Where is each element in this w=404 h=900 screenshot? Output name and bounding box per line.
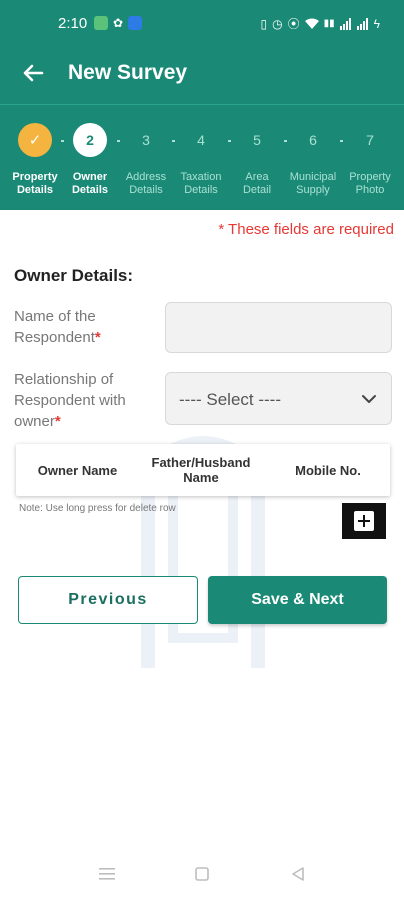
owner-table-header: Owner Name Father/Husband Name Mobile No…: [16, 444, 390, 496]
step-number: 2: [73, 123, 107, 157]
previous-button[interactable]: Previous: [18, 576, 198, 624]
step-label: Details: [184, 184, 218, 196]
required-star: *: [94, 329, 101, 346]
arrow-left-icon[interactable]: [18, 58, 48, 88]
step-number: 7: [366, 132, 374, 148]
step-municipal-supply[interactable]: 6 Municipal Supply: [283, 105, 343, 211]
column-header-owner-name: Owner Name: [37, 462, 118, 478]
respondent-name-input[interactable]: [165, 302, 392, 353]
page-title: New Survey: [68, 61, 188, 84]
select-value: ---- Select ----: [179, 390, 281, 409]
delete-row-note: Note: Use long press for delete row: [19, 503, 176, 514]
vibrate-icon: ▯: [260, 16, 268, 31]
relationship-label: Relationship of Respondent with owner*: [14, 371, 126, 430]
respondent-label: Name of the Respondent*: [14, 308, 101, 346]
message-icon: [94, 16, 108, 30]
app-bar: New Survey: [0, 44, 404, 104]
check-icon: ✓: [18, 123, 52, 157]
step-label: Taxation: [180, 171, 222, 183]
step-taxation-details[interactable]: 4 Taxation Details: [171, 105, 231, 211]
add-row-button[interactable]: [342, 503, 386, 539]
alarm-icon: ◷: [272, 16, 283, 31]
status-bar: 2:10 ✿ ▯ ◷ ⦿ ▮▮ ϟ: [0, 0, 404, 44]
step-area-detail[interactable]: 5 Area Detail: [227, 105, 287, 211]
step-label: Municipal: [289, 171, 337, 183]
step-number: 5: [253, 132, 261, 148]
step-label: Details: [129, 184, 163, 196]
section-title: Owner Details:: [14, 266, 134, 285]
signal-icon: [339, 17, 351, 30]
save-next-button[interactable]: Save & Next: [208, 576, 387, 624]
step-label: Property: [349, 171, 391, 183]
required-fields-note: * These fields are required: [218, 221, 394, 238]
required-star: *: [54, 413, 61, 430]
step-label: Address: [125, 171, 167, 183]
step-indicator: ✓ Property Details 2 Owner Details 3 Addre…: [0, 104, 404, 210]
step-number: 6: [309, 132, 317, 148]
step-owner-details[interactable]: 2 Owner Details: [60, 105, 120, 211]
column-header-mobile-no: Mobile No.: [295, 462, 361, 478]
step-property-details[interactable]: ✓ Property Details: [5, 105, 65, 211]
step-number: 4: [197, 132, 205, 148]
location-icon: ⦿: [287, 17, 300, 31]
system-nav-bar: [0, 850, 404, 900]
plus-icon: [354, 511, 374, 531]
menu-icon[interactable]: [98, 866, 116, 882]
step-label: Detail: [242, 184, 272, 196]
step-label: Details: [71, 184, 109, 196]
step-address-details[interactable]: 3 Address Details: [116, 105, 176, 211]
signal-icon: [356, 17, 368, 30]
volte-icon: ▮▮: [323, 18, 335, 29]
step-label: Owner: [72, 171, 108, 183]
step-number: 3: [142, 132, 150, 148]
back-triangle-icon[interactable]: [290, 866, 306, 882]
step-label: Property: [12, 171, 58, 183]
status-time: 2:10: [58, 15, 88, 32]
step-label: Supply: [296, 184, 330, 196]
chevron-down-icon: [362, 395, 376, 403]
relationship-select[interactable]: ---- Select ----: [165, 372, 392, 425]
step-property-photo[interactable]: 7 Property Photo: [340, 105, 400, 211]
bluetooth-icon: [128, 16, 143, 30]
fan-icon: ✿: [113, 16, 124, 30]
step-label: Area: [245, 171, 269, 183]
home-icon[interactable]: [194, 866, 210, 882]
step-label: Photo: [355, 184, 385, 196]
column-header-father-husband-name: Father/Husband Name: [151, 455, 251, 485]
step-label: Details: [16, 184, 54, 196]
charging-icon: ϟ: [373, 16, 380, 31]
wifi-icon: [304, 18, 319, 29]
